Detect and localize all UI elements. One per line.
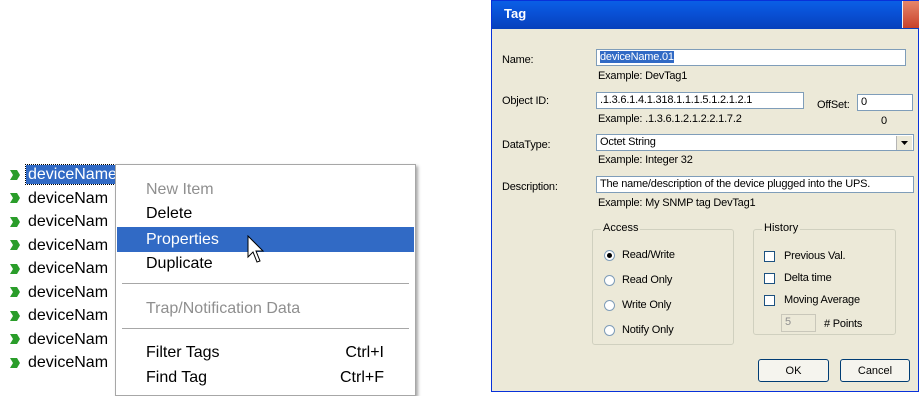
menu-item-label: Trap/Notification Data: [146, 299, 301, 317]
checkbox-icon: [764, 250, 775, 262]
tag-icon: [10, 216, 20, 227]
menu-item-filter-tags[interactable]: Filter Tags Ctrl+I: [117, 340, 414, 365]
access-legend: Access: [601, 222, 641, 234]
radio-label: Notify Only: [622, 324, 674, 336]
checkbox-label: Previous Val.: [784, 250, 846, 262]
offset-input[interactable]: 0: [857, 94, 913, 111]
tag-item-label: deviceNam: [28, 189, 109, 207]
object-id-input[interactable]: .1.3.6.1.4.1.318.1.1.1.5.1.2.1.2.1: [596, 92, 804, 109]
tag-icon: [10, 310, 20, 321]
points-input[interactable]: 5: [781, 314, 816, 332]
name-label: Name:: [502, 54, 534, 66]
checkbox-icon: [764, 294, 775, 306]
description-value: The name/description of the device plugg…: [600, 178, 871, 190]
dialog-title: Tag: [504, 6, 527, 21]
name-input-value: deviceName.01: [600, 51, 674, 63]
mouse-pointer-icon: [247, 235, 265, 263]
checkbox-icon: [764, 272, 775, 284]
offset-label: OffSet:: [817, 99, 850, 111]
object-id-example: Example: .1.3.6.1.2.1.2.2.1.7.2: [598, 113, 742, 125]
checkbox-previous-val[interactable]: Previous Val.: [764, 250, 846, 262]
points-value: 5: [785, 316, 791, 328]
tag-dialog: Tag Name: deviceName.01 Example: DevTag1…: [491, 0, 919, 392]
radio-icon: [604, 324, 615, 336]
tag-item-label: deviceNam: [28, 213, 109, 231]
name-input[interactable]: deviceName.01: [596, 49, 906, 66]
menu-item-trap-notification-data[interactable]: Trap/Notification Data: [117, 296, 414, 321]
menu-item-delete[interactable]: Delete: [117, 201, 414, 226]
menu-item-label: Delete: [146, 204, 193, 222]
close-icon[interactable]: [902, 1, 919, 28]
menu-shortcut: Ctrl+I: [345, 343, 384, 361]
tag-icon: [10, 193, 20, 204]
offset-readout: 0: [881, 115, 887, 127]
tag-icon: [10, 240, 20, 251]
menu-separator: [122, 328, 409, 329]
object-id-value: .1.3.6.1.4.1.318.1.1.1.5.1.2.1.2.1: [600, 94, 753, 106]
menu-separator: [122, 283, 409, 284]
ok-button[interactable]: OK: [758, 359, 829, 382]
tag-item-label: deviceNam: [28, 307, 109, 325]
name-example: Example: DevTag1: [598, 70, 688, 82]
tag-icon: [10, 287, 20, 298]
cancel-button[interactable]: Cancel: [840, 359, 910, 382]
description-label: Description:: [502, 181, 558, 193]
menu-shortcut: Ctrl+F: [340, 368, 384, 386]
description-example: Example: My SNMP tag DevTag1: [598, 197, 756, 209]
object-id-label: Object ID:: [502, 95, 549, 107]
radio-label: Write Only: [622, 299, 672, 311]
radio-read-write[interactable]: Read/Write: [604, 249, 675, 261]
radio-icon: [604, 249, 615, 261]
radio-label: Read Only: [622, 274, 673, 286]
radio-label: Read/Write: [622, 249, 675, 261]
history-group: History Previous Val. Delta time Moving …: [753, 222, 896, 335]
checkbox-moving-average[interactable]: Moving Average: [764, 294, 860, 306]
radio-icon: [604, 299, 615, 311]
radio-read-only[interactable]: Read Only: [604, 274, 672, 286]
tag-item-label: deviceNam: [28, 236, 109, 254]
menu-item-find-tag[interactable]: Find Tag Ctrl+F: [117, 365, 414, 390]
menu-item-new-item[interactable]: New Item: [117, 177, 414, 202]
offset-value: 0: [861, 96, 867, 108]
tag-icon: [10, 263, 20, 274]
tag-item-label: deviceNam: [28, 260, 109, 278]
points-label: # Points: [824, 318, 863, 330]
tag-item-label: deviceNam: [28, 354, 109, 372]
datatype-example: Example: Integer 32: [598, 154, 693, 166]
tag-item-label: deviceNam: [28, 283, 109, 301]
context-menu: New Item Delete Properties Duplicate Tra…: [115, 164, 416, 396]
access-group: Access Read/Write Read Only Write Only N…: [592, 222, 734, 345]
checkbox-label: Delta time: [784, 272, 832, 284]
datatype-label: DataType:: [502, 139, 551, 151]
chevron-down-icon[interactable]: [896, 136, 912, 150]
tag-item-label: deviceNam: [28, 330, 109, 348]
radio-write-only[interactable]: Write Only: [604, 299, 671, 311]
description-input[interactable]: The name/description of the device plugg…: [596, 176, 914, 193]
dialog-titlebar[interactable]: Tag: [492, 1, 919, 29]
datatype-select[interactable]: Octet String: [596, 134, 914, 151]
menu-item-label: Find Tag: [146, 368, 208, 386]
datatype-value: Octet String: [600, 136, 656, 148]
tag-icon: [10, 334, 20, 345]
checkbox-delta-time[interactable]: Delta time: [764, 272, 832, 284]
radio-icon: [604, 274, 615, 286]
tag-icon: [10, 357, 20, 368]
checkbox-label: Moving Average: [784, 294, 860, 306]
radio-notify-only[interactable]: Notify Only: [604, 324, 674, 336]
menu-item-label: Filter Tags: [146, 343, 220, 361]
menu-item-label: New Item: [146, 180, 214, 198]
history-legend: History: [762, 222, 801, 234]
tag-icon: [10, 169, 20, 180]
